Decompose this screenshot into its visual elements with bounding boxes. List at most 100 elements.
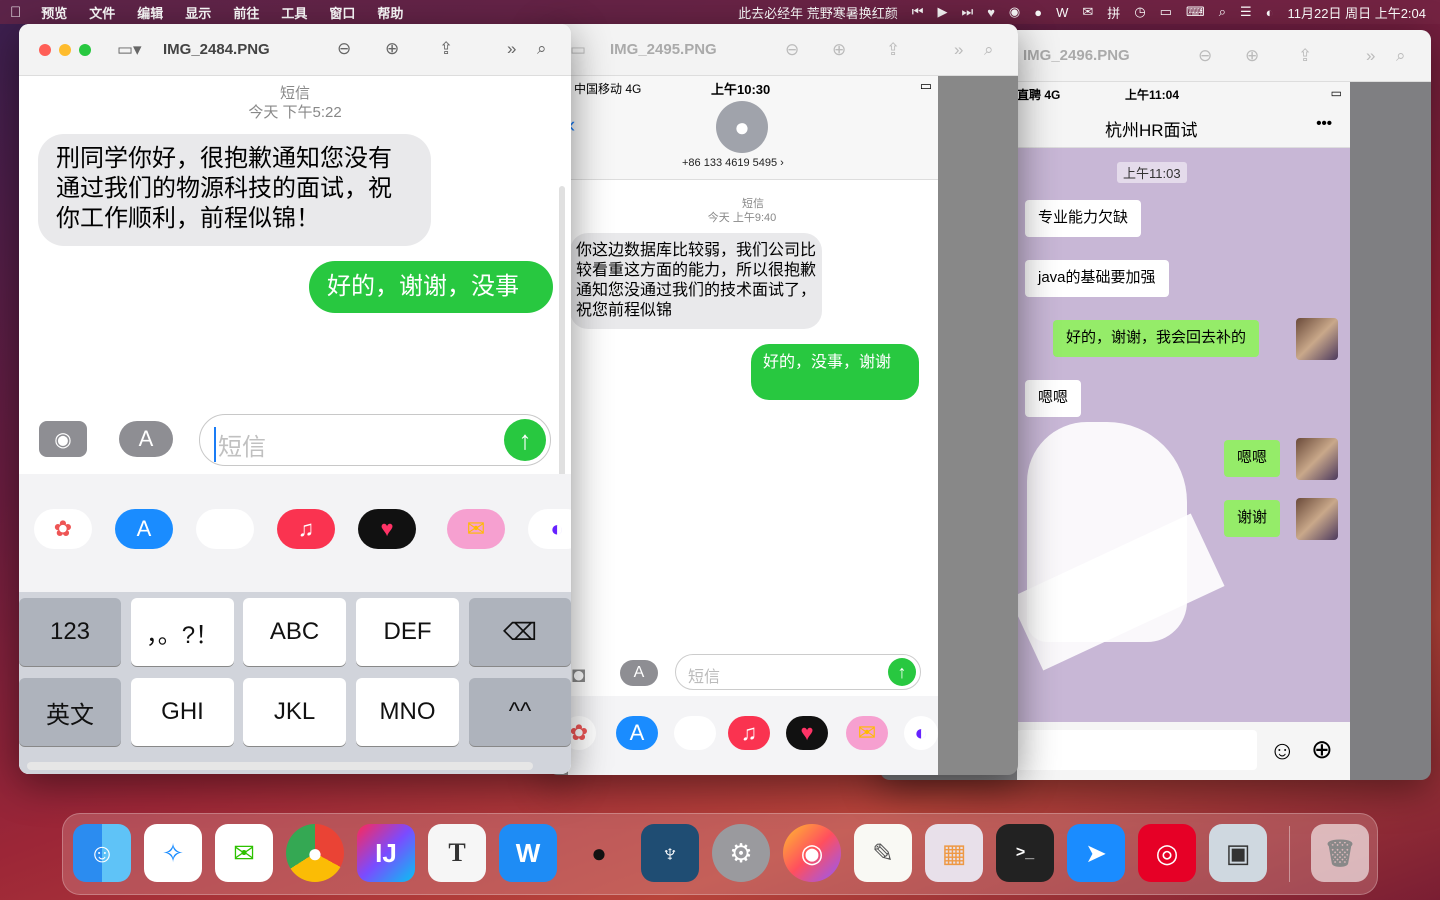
heart-icon[interactable]: ♥ bbox=[987, 5, 995, 20]
sidebar-icon[interactable]: ▭ bbox=[570, 40, 586, 60]
stickers-icon[interactable]: ✉ bbox=[846, 716, 888, 750]
stickers-icon[interactable]: ✉ bbox=[447, 509, 505, 549]
finder-icon[interactable]: ☺ bbox=[73, 824, 131, 882]
search-icon[interactable]: ⌕ bbox=[1219, 4, 1226, 20]
sidebar-icon[interactable]: ▭▾ bbox=[117, 40, 142, 60]
share-icon[interactable]: ⇪ bbox=[439, 39, 453, 59]
avatar[interactable] bbox=[1296, 498, 1338, 540]
preview-icon[interactable]: ▣ bbox=[1209, 824, 1267, 882]
preview-window-img2484[interactable]: ▭▾ IMG_2484.PNG ⊖ ⊕ ⇪ » ⌕ 短信 今天 下午5:22 刑… bbox=[19, 24, 571, 774]
zoom-out-icon[interactable]: ⊖ bbox=[337, 39, 351, 59]
typora-icon[interactable]: T bbox=[428, 824, 486, 882]
control-center-icon[interactable]: ☰ bbox=[1240, 4, 1252, 20]
search-icon[interactable]: ⌕ bbox=[537, 39, 547, 59]
close-button[interactable] bbox=[39, 44, 51, 56]
avatar[interactable] bbox=[1296, 318, 1338, 360]
music-icon[interactable]: ♫ bbox=[277, 509, 335, 549]
message-input[interactable]: 短信 ↑ bbox=[199, 414, 551, 466]
share-icon[interactable]: ⇪ bbox=[1298, 46, 1312, 66]
memoji-icon[interactable]: ☺ bbox=[674, 716, 716, 750]
key-punctuation[interactable]: ，。?！ bbox=[131, 598, 234, 666]
send-arrow-icon[interactable]: ↑ bbox=[504, 419, 546, 461]
search-icon[interactable]: ⌕ bbox=[984, 40, 994, 60]
plus-icon[interactable]: ⊕ bbox=[1311, 734, 1333, 765]
terminal-icon[interactable]: >_ bbox=[996, 824, 1054, 882]
menu-view[interactable]: 显示 bbox=[185, 3, 211, 22]
wps-icon[interactable]: W bbox=[499, 824, 557, 882]
zoom-out-icon[interactable]: ⊖ bbox=[785, 40, 799, 60]
memoji-icon[interactable]: ☺ bbox=[196, 509, 254, 549]
key-delete[interactable]: ⌫ bbox=[469, 598, 571, 666]
send-arrow-icon[interactable]: ↑ bbox=[888, 658, 916, 686]
key-english[interactable]: 英文 bbox=[19, 678, 121, 746]
keyboard-icon[interactable]: ⌨ bbox=[1186, 4, 1205, 20]
trash-icon[interactable]: 🗑 bbox=[1311, 824, 1369, 882]
apple-menu-icon[interactable]:  bbox=[10, 4, 21, 21]
emoji-icon[interactable]: ☺ bbox=[1269, 735, 1296, 766]
app-store-icon[interactable]: A bbox=[115, 509, 173, 549]
search-icon[interactable]: ⌕ bbox=[1396, 46, 1406, 66]
app-store-icon[interactable]: A bbox=[620, 660, 658, 686]
wechat-status-icon[interactable]: ✉ bbox=[1082, 4, 1093, 20]
key-jkl[interactable]: JKL bbox=[243, 678, 346, 746]
wps-status-icon[interactable]: W bbox=[1056, 5, 1068, 20]
chrome-icon[interactable]: ● bbox=[286, 824, 344, 882]
next-track-icon[interactable]: ⏭ bbox=[961, 4, 973, 20]
fullscreen-button[interactable] bbox=[79, 44, 91, 56]
contact-avatar-icon[interactable]: ● bbox=[716, 101, 768, 153]
camera-icon[interactable]: ◘ bbox=[572, 662, 585, 688]
more-icon[interactable]: ••• bbox=[1316, 115, 1332, 132]
safari-icon[interactable]: ✧ bbox=[144, 824, 202, 882]
firefox-icon[interactable]: ◉ bbox=[783, 824, 841, 882]
textedit-icon[interactable]: ✎ bbox=[854, 824, 912, 882]
mysql-workbench-icon[interactable]: ♆ bbox=[641, 824, 699, 882]
app-store-icon[interactable]: A bbox=[119, 421, 173, 457]
key-emoticon[interactable]: ^^ bbox=[469, 678, 571, 746]
menu-file[interactable]: 文件 bbox=[89, 3, 115, 22]
menu-clock[interactable]: 11月22日 周日 上午2:04 bbox=[1288, 3, 1426, 22]
zoom-in-icon[interactable]: ⊕ bbox=[385, 39, 399, 59]
preview-window-img2495[interactable]: ▭ IMG_2495.PNG ⊖ ⊕ ⇪ » ⌕ 中国移动 4G 上午10:30… bbox=[548, 24, 1018, 775]
menu-tools[interactable]: 工具 bbox=[281, 3, 307, 22]
menu-help[interactable]: 帮助 bbox=[377, 3, 403, 22]
key-mno[interactable]: MNO bbox=[356, 678, 459, 746]
battery-icon[interactable]: ▭ bbox=[1160, 4, 1172, 20]
window-titlebar[interactable]: ▭▾ IMG_2484.PNG ⊖ ⊕ ⇪ » ⌕ bbox=[19, 24, 571, 76]
dingtalk-icon[interactable]: ➤ bbox=[1067, 824, 1125, 882]
netease-icon[interactable]: ◉ bbox=[1009, 4, 1020, 20]
digital-touch-icon[interactable]: ♥ bbox=[358, 509, 416, 549]
digital-touch-icon[interactable]: ♥ bbox=[786, 716, 828, 750]
music-icon[interactable]: ♫ bbox=[728, 716, 770, 750]
menu-app-name[interactable]: 预览 bbox=[41, 3, 67, 22]
more-toolbar-icon[interactable]: » bbox=[954, 40, 963, 60]
zoom-in-icon[interactable]: ⊕ bbox=[1245, 46, 1259, 66]
siri-icon[interactable]: ◐ bbox=[1266, 5, 1274, 20]
key-abc[interactable]: ABC bbox=[243, 598, 346, 666]
qq-status-icon[interactable]: ● bbox=[1034, 5, 1042, 20]
wechat-icon[interactable]: ✉ bbox=[215, 824, 273, 882]
share-icon[interactable]: ⇪ bbox=[886, 40, 900, 60]
play-icon[interactable]: ▶ bbox=[937, 4, 947, 20]
system-preferences-icon[interactable]: ⚙ bbox=[712, 824, 770, 882]
photos-icon[interactable]: ✿ bbox=[568, 716, 596, 750]
more-toolbar-icon[interactable]: » bbox=[507, 39, 516, 59]
timer-icon[interactable]: ◷ bbox=[1134, 4, 1145, 20]
more-apps-icon[interactable]: ◐ bbox=[904, 716, 938, 750]
zoom-in-icon[interactable]: ⊕ bbox=[832, 40, 846, 60]
more-toolbar-icon[interactable]: » bbox=[1366, 46, 1375, 66]
photos-icon[interactable]: ✿ bbox=[34, 509, 92, 549]
menu-edit[interactable]: 编辑 bbox=[137, 3, 163, 22]
prev-track-icon[interactable]: ⏮ bbox=[912, 4, 924, 20]
intellij-idea-icon[interactable]: IJ bbox=[357, 824, 415, 882]
horizontal-scrollbar[interactable] bbox=[27, 762, 533, 770]
key-123[interactable]: 123 bbox=[19, 598, 121, 666]
menu-window[interactable]: 窗口 bbox=[329, 3, 355, 22]
input-method-icon[interactable]: 拼 bbox=[1107, 3, 1120, 22]
minimize-button[interactable] bbox=[59, 44, 71, 56]
launchpad-icon[interactable]: ▦ bbox=[925, 824, 983, 882]
zoom-out-icon[interactable]: ⊖ bbox=[1198, 46, 1212, 66]
more-apps-icon[interactable]: ◐ bbox=[528, 509, 571, 549]
avatar[interactable] bbox=[1296, 438, 1338, 480]
netease-music-icon[interactable]: ◎ bbox=[1138, 824, 1196, 882]
window-titlebar[interactable]: ▭ IMG_2495.PNG ⊖ ⊕ ⇪ » ⌕ bbox=[548, 24, 1018, 76]
